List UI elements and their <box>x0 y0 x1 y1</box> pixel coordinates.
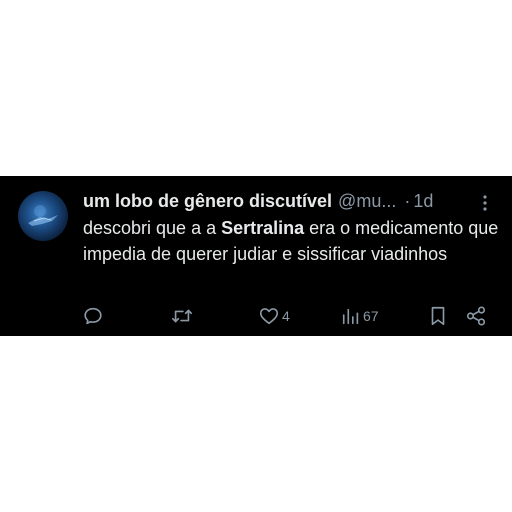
retweet-button[interactable] <box>170 304 194 328</box>
like-count: 4 <box>282 308 290 324</box>
author-name[interactable]: um lobo de gênero discutível <box>83 191 332 212</box>
tweet-card[interactable]: um lobo de gênero discutível @mu... · 1d… <box>0 176 512 336</box>
reply-button[interactable] <box>82 304 104 328</box>
share-icon <box>466 306 486 326</box>
share-button[interactable] <box>465 304 487 328</box>
bookmark-icon <box>431 306 445 326</box>
tweet-text-highlight: Sertralina <box>221 218 305 238</box>
like-button[interactable]: 4 <box>258 304 290 328</box>
heart-icon <box>259 308 279 325</box>
bar-chart-icon <box>342 308 359 325</box>
bookmark-button[interactable] <box>428 304 448 328</box>
avatar[interactable] <box>18 191 68 241</box>
timestamp[interactable]: 1d <box>413 191 433 212</box>
tweet-header: um lobo de gênero discutível @mu... · 1d <box>83 189 463 213</box>
separator-dot: · <box>404 190 411 211</box>
more-options-icon[interactable] <box>478 193 492 213</box>
reply-bubble-icon <box>84 307 102 325</box>
action-bar: 4 67 <box>0 304 512 328</box>
views-button[interactable]: 67 <box>341 304 379 328</box>
avatar-image <box>28 205 58 226</box>
author-handle[interactable]: @mu... <box>338 191 396 212</box>
tweet-text: descobri que a a Sertralina era o medica… <box>83 215 503 267</box>
retweet-icon <box>172 309 192 323</box>
views-count: 67 <box>363 308 379 324</box>
tweet-text-before: descobri que a a <box>83 218 222 238</box>
